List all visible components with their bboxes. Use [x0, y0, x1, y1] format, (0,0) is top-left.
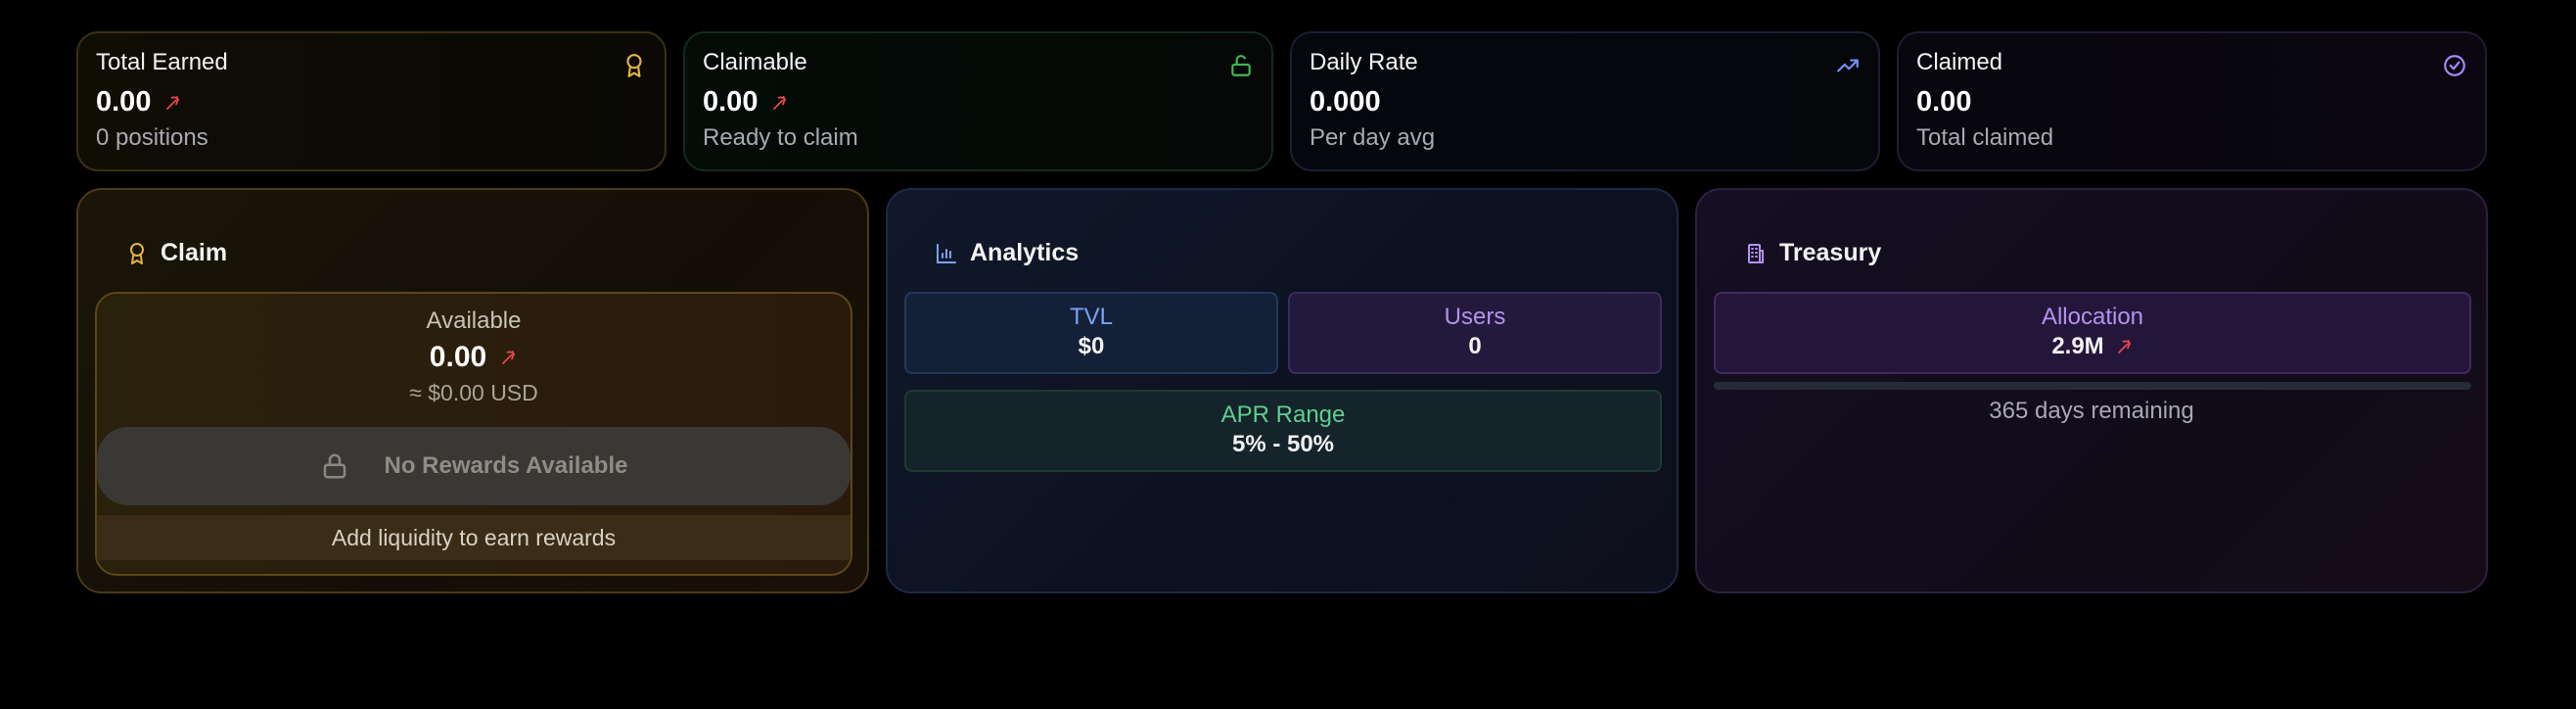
stat-title: Claimable	[703, 49, 807, 75]
unlock-icon	[1231, 55, 1251, 76]
bar-chart-icon	[937, 243, 956, 263]
trending-up-icon	[1837, 59, 1859, 72]
stat-value: 0.00	[703, 86, 1254, 118]
treasury-panel: Treasury Allocation 2.9M 365 days remain…	[1695, 188, 2488, 593]
stat-card-daily-rate: Daily Rate 0.000 Per day avg	[1290, 31, 1880, 171]
claim-panel-header: Claim	[125, 239, 227, 267]
check-circle-icon	[2444, 55, 2465, 76]
stat-title: Daily Rate	[1310, 49, 1418, 75]
stat-title: Total Earned	[96, 49, 228, 75]
users-box: Users 0	[1288, 292, 1662, 374]
apr-value: 5% - 50%	[1231, 431, 1335, 457]
tvl-label: TVL	[1069, 304, 1113, 330]
days-remaining: 365 days remaining	[1989, 398, 2194, 424]
treasury-panel-header: Treasury	[1744, 239, 1881, 267]
stat-card-claimed: Claimed 0.00 Total claimed	[1897, 31, 2487, 171]
available-box: Available 0.00 ≈ $0.00 USD No Rewards Av…	[95, 292, 852, 576]
lock-icon	[323, 453, 345, 479]
award-icon	[626, 54, 642, 77]
apr-box: APR Range 5% - 50%	[904, 390, 1662, 472]
stat-value-text: 0.000	[1310, 86, 1381, 118]
tvl-box: TVL $0	[904, 292, 1278, 374]
stat-subtitle: Per day avg	[1310, 124, 1436, 151]
apr-label: APR Range	[1220, 402, 1346, 428]
stat-value: 0.000	[1310, 86, 1861, 118]
allocation-value-text: 2.9M	[2051, 333, 2104, 359]
pickaxe-icon	[502, 351, 516, 364]
award-icon	[130, 242, 144, 264]
stat-subtitle: Ready to claim	[703, 124, 858, 151]
claim-hint: Add liquidity to earn rewards	[97, 515, 851, 560]
allocation-label: Allocation	[2041, 304, 2144, 330]
pickaxe-icon	[166, 95, 180, 110]
stat-value-text: 0.00	[96, 86, 152, 118]
pickaxe-icon	[2117, 340, 2131, 354]
building-icon	[1748, 243, 1764, 263]
claim-button[interactable]: No Rewards Available	[97, 427, 851, 505]
stat-value-text: 0.00	[1916, 86, 1972, 118]
usd-equivalent: ≈ $0.00 USD	[409, 380, 538, 405]
analytics-panel-header: Analytics	[935, 239, 1079, 267]
claim-panel: Claim Available 0.00 ≈ $0.00 USD No Rewa…	[76, 188, 869, 593]
allocation-progress-bar	[1714, 382, 2471, 390]
claim-button-label: No Rewards Available	[384, 452, 628, 479]
stat-card-claimable: Claimable 0.00 Ready to claim	[683, 31, 1273, 171]
stat-subtitle: 0 positions	[96, 124, 208, 151]
stat-card-total-earned: Total Earned 0.00 0 positions	[76, 31, 667, 171]
users-label: Users	[1444, 304, 1506, 330]
panel-title: Treasury	[1779, 239, 1882, 266]
users-value: 0	[1468, 333, 1482, 359]
stat-title: Claimed	[1916, 49, 2003, 75]
allocation-value: 2.9M	[1716, 333, 2469, 360]
claim-hint-text: Add liquidity to earn rewards	[331, 524, 617, 550]
panel-title: Analytics	[970, 239, 1080, 266]
stat-value: 0.00	[96, 86, 647, 118]
stat-value-text: 0.00	[703, 86, 759, 118]
tvl-value: $0	[1078, 333, 1105, 359]
allocation-box: Allocation 2.9M	[1714, 292, 2471, 374]
available-value: 0.00	[97, 341, 851, 374]
panel-title: Claim	[161, 239, 228, 266]
pickaxe-icon	[773, 95, 787, 110]
stat-value: 0.00	[1916, 86, 2467, 118]
stat-subtitle: Total claimed	[1916, 124, 2054, 151]
available-value-text: 0.00	[429, 341, 487, 373]
available-label: Available	[426, 307, 522, 334]
analytics-panel: Analytics TVL $0 Users 0 APR Range 5% - …	[886, 188, 1679, 593]
